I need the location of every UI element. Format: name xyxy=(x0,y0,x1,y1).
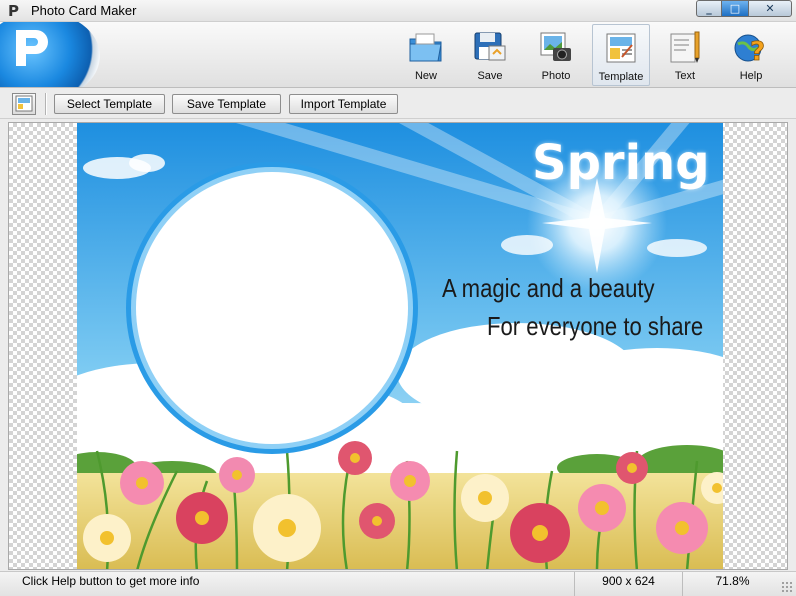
minimize-button[interactable]: _ xyxy=(696,0,722,17)
resize-grip[interactable] xyxy=(781,581,793,593)
template-button[interactable]: Template xyxy=(592,24,650,86)
save-template-button[interactable]: Save Template xyxy=(172,94,281,114)
card-text-line-2[interactable]: For everyone to share xyxy=(487,311,703,342)
app-logo-icon: P xyxy=(8,2,19,20)
new-button[interactable]: New xyxy=(397,24,455,86)
card-preview[interactable]: Spring A magic and a beauty For everyone… xyxy=(77,123,723,569)
select-template-button[interactable]: Select Template xyxy=(54,94,165,114)
folder-icon xyxy=(409,33,442,62)
text-button[interactable]: Text xyxy=(656,24,714,86)
status-message: Click Help button to get more info xyxy=(22,574,200,588)
app-logo xyxy=(0,22,100,87)
text-pencil-icon xyxy=(670,31,700,63)
toolbar-separator xyxy=(45,93,47,115)
import-template-button[interactable]: Import Template xyxy=(289,94,398,114)
window-title: Photo Card Maker xyxy=(31,3,137,18)
main-toolbar: New Save Photo Template Text ? Help xyxy=(0,22,796,88)
help-button[interactable]: ? Help xyxy=(722,24,780,86)
svg-text:?: ? xyxy=(750,37,765,66)
status-zoom: 71.8% xyxy=(682,572,782,596)
canvas-area[interactable]: Spring A magic and a beauty For everyone… xyxy=(8,122,788,570)
save-button[interactable]: Save xyxy=(461,24,519,86)
close-button[interactable]: ✕ xyxy=(748,0,792,17)
card-text-line-1[interactable]: A magic and a beauty xyxy=(442,273,655,304)
template-small-icon[interactable] xyxy=(12,93,36,115)
photo-button[interactable]: Photo xyxy=(527,24,585,86)
status-bar: Click Help button to get more info 900 x… xyxy=(0,571,796,596)
help-globe-icon: ? xyxy=(734,34,765,66)
save-icon xyxy=(474,32,506,61)
window-controls: _ □ ✕ xyxy=(696,0,792,18)
title-bar: P Photo Card Maker _ □ ✕ xyxy=(0,0,796,22)
photo-camera-icon xyxy=(540,32,571,61)
maximize-button[interactable]: □ xyxy=(722,0,748,17)
logo-p-icon xyxy=(16,30,48,66)
template-toolbar: Select Template Save Template Import Tem… xyxy=(0,89,796,119)
card-title-text[interactable]: Spring xyxy=(532,135,710,191)
status-card-size: 900 x 624 xyxy=(574,572,682,596)
template-icon xyxy=(606,33,636,63)
